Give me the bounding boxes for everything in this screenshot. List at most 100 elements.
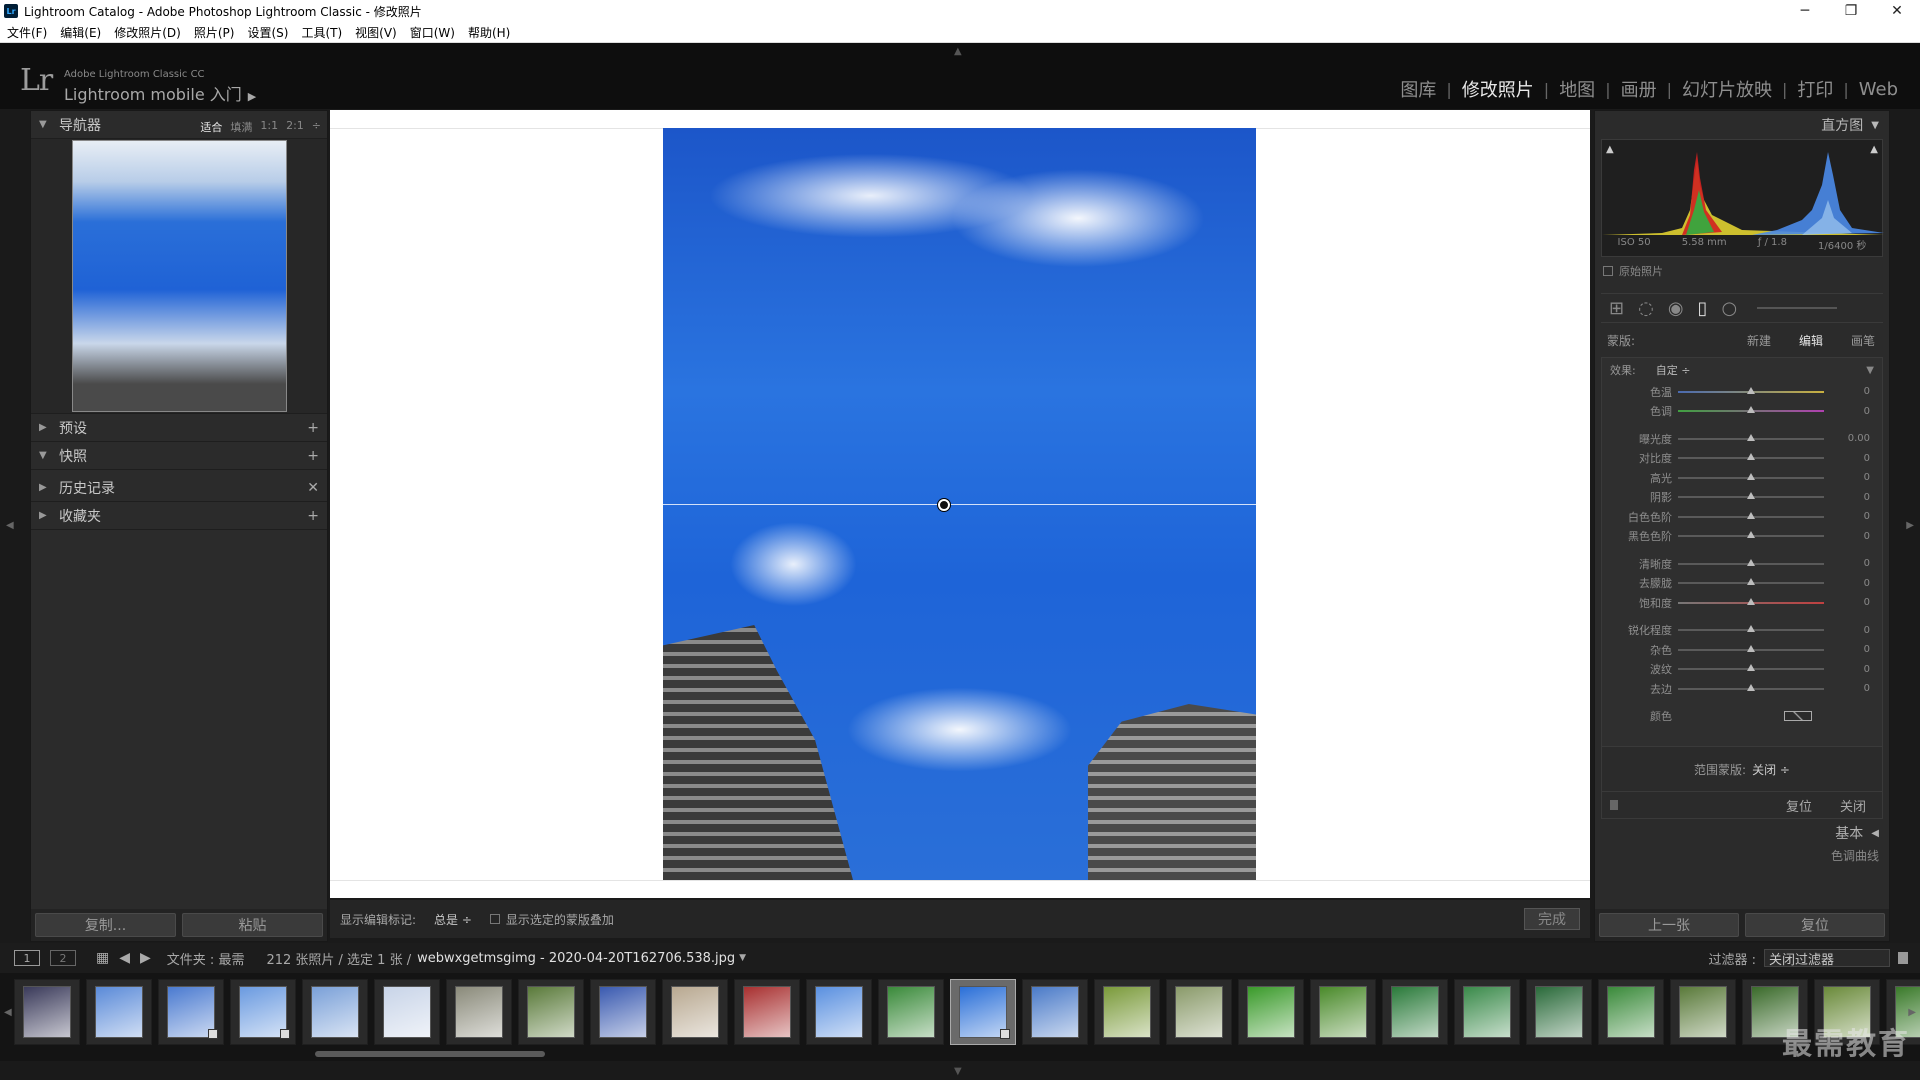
zoom-stepper-icon[interactable]: ÷ (312, 119, 321, 135)
slider-whites[interactable]: 白色色阶 0 (1602, 507, 1882, 527)
slider-track[interactable] (1678, 597, 1824, 605)
module-book[interactable]: 画册 (1611, 76, 1667, 102)
slider-track[interactable] (1678, 531, 1824, 539)
color-swatch[interactable] (1784, 711, 1812, 722)
menu-edit[interactable]: 编辑(E) (60, 24, 101, 41)
graduated-filter-tool-icon[interactable]: ▯ (1698, 298, 1708, 319)
slider-track[interactable] (1678, 386, 1824, 394)
module-library[interactable]: 图库 (1390, 76, 1446, 102)
slider-track[interactable] (1678, 472, 1824, 480)
lightroom-mobile-link[interactable]: Lightroom mobile 入门 ▶ (64, 81, 256, 105)
radial-filter-tool-icon[interactable]: ○ (1721, 298, 1737, 319)
slider-value[interactable]: 0 (1864, 453, 1870, 464)
image-canvas[interactable] (330, 110, 1590, 898)
slider-temp[interactable]: 色温 0 (1602, 382, 1882, 402)
filmstrip-thumbnail[interactable] (1526, 979, 1592, 1045)
history-header[interactable]: ▶ 历史记录 ✕ (31, 474, 327, 502)
slider-knob[interactable] (1747, 511, 1755, 519)
slider-value[interactable]: 0 (1864, 683, 1870, 694)
filmstrip-scroll-right-icon[interactable]: ▶ (1908, 1007, 1916, 1018)
collapse-effects-icon[interactable]: ▼ (1866, 365, 1874, 376)
filmstrip-thumbnail[interactable] (1454, 979, 1520, 1045)
menu-view[interactable]: 视图(V) (355, 24, 397, 41)
filmstrip-thumbnail[interactable] (158, 979, 224, 1045)
basic-panel-header[interactable]: 基本 ◀ (1595, 819, 1889, 847)
forward-arrow-icon[interactable]: ▶ (140, 950, 151, 966)
adjustment-brush-slider[interactable] (1757, 307, 1838, 309)
secondary-window-button[interactable]: 2 (50, 950, 76, 966)
filmstrip-thumbnail[interactable] (302, 979, 368, 1045)
module-slideshow[interactable]: 幻灯片放映 (1672, 76, 1782, 102)
slider-value[interactable]: 0.00 (1848, 433, 1870, 444)
mask-toggle-switch[interactable] (1610, 800, 1618, 810)
histogram[interactable]: ▲ ▲ ISO 50 5.58 mm ƒ / 1.8 1/6400 秒 (1601, 139, 1884, 257)
filmstrip-thumbnail[interactable] (86, 979, 152, 1045)
slider-clarity[interactable]: 清晰度 0 (1602, 554, 1882, 574)
module-print[interactable]: 打印 (1787, 76, 1843, 102)
slider-value[interactable]: 0 (1864, 558, 1870, 569)
reset-button[interactable]: 复位 (1745, 913, 1885, 937)
filmstrip-thumbnail[interactable] (1310, 979, 1376, 1045)
filmstrip-source[interactable]: 文件夹 : 最需 (167, 949, 245, 968)
collapse-bottom-panel-icon[interactable]: ▼ (954, 1066, 962, 1077)
slider-saturation[interactable]: 饱和度 0 (1602, 593, 1882, 613)
done-button[interactable]: 完成 (1524, 908, 1580, 930)
slider-dehaze[interactable]: 去朦胧 0 (1602, 574, 1882, 594)
module-develop[interactable]: 修改照片 (1452, 76, 1544, 102)
paste-settings-button[interactable]: 粘贴 (182, 913, 323, 937)
mask-overlay-checkbox[interactable] (489, 914, 500, 924)
slider-knob[interactable] (1747, 664, 1755, 672)
slider-value[interactable]: 0 (1864, 472, 1870, 483)
navigator-header[interactable]: ▼ 导航器 适合 填满 1:1 2:1 ÷ (31, 111, 327, 139)
collapse-top-panel-icon[interactable]: ▲ (954, 46, 962, 57)
slider-knob[interactable] (1747, 578, 1755, 586)
slider-value[interactable]: 0 (1864, 625, 1870, 636)
slider-knob[interactable] (1747, 558, 1755, 566)
slider-noise[interactable]: 杂色 0 (1602, 640, 1882, 660)
slider-track[interactable] (1678, 683, 1824, 691)
add-preset-icon[interactable]: + (307, 420, 319, 436)
slider-value[interactable]: 0 (1864, 492, 1870, 503)
filmstrip-filename[interactable]: webwxgetmsgimg - 2020-04-20T162706.538.j… (417, 951, 735, 966)
mask-close-button[interactable]: 关闭 (1840, 796, 1866, 815)
mask-reset-button[interactable]: 复位 (1786, 796, 1812, 815)
graduated-filter-pin[interactable] (938, 499, 950, 511)
slider-moire[interactable]: 波纹 0 (1602, 660, 1882, 680)
mask-new[interactable]: 新建 (1747, 332, 1771, 349)
filmstrip-thumbnail[interactable] (806, 979, 872, 1045)
grid-view-icon[interactable]: ▦ (96, 950, 109, 966)
minimize-icon[interactable]: ─ (1782, 0, 1828, 22)
menu-file[interactable]: 文件(F) (7, 24, 47, 41)
slider-knob[interactable] (1747, 386, 1755, 394)
snapshots-header[interactable]: ▼ 快照 + (31, 442, 327, 470)
mask-brush[interactable]: 画笔 (1851, 332, 1875, 349)
menu-help[interactable]: 帮助(H) (468, 24, 510, 41)
filmstrip-thumbnail[interactable] (1022, 979, 1088, 1045)
slider-knob[interactable] (1747, 492, 1755, 500)
slider-track[interactable] (1678, 644, 1824, 652)
filmstrip-thumbnail[interactable] (14, 979, 80, 1045)
main-window-button[interactable]: 1 (14, 950, 40, 966)
lock-icon[interactable] (1898, 952, 1908, 964)
collections-header[interactable]: ▶ 收藏夹 + (31, 502, 327, 530)
slider-knob[interactable] (1747, 644, 1755, 652)
shadow-clipping-icon[interactable]: ▲ (1606, 144, 1614, 155)
module-web[interactable]: Web (1849, 79, 1908, 100)
maximize-icon[interactable]: ❐ (1828, 0, 1874, 22)
filmstrip-thumbnail[interactable] (518, 979, 584, 1045)
add-collection-icon[interactable]: + (307, 508, 319, 524)
filmstrip-thumbnail[interactable] (590, 979, 656, 1045)
zoom-fill[interactable]: 填满 (230, 119, 252, 135)
slider-exposure[interactable]: 曝光度 0.00 (1602, 429, 1882, 449)
slider-track[interactable] (1678, 558, 1824, 566)
slider-knob[interactable] (1747, 453, 1755, 461)
filmstrip-thumbnail[interactable] (734, 979, 800, 1045)
filter-select[interactable]: 关闭过滤器 (1764, 949, 1890, 968)
slider-track[interactable] (1678, 664, 1824, 672)
graduated-filter-center-line[interactable] (330, 504, 1590, 505)
slider-blacks[interactable]: 黑色色阶 0 (1602, 527, 1882, 547)
slider-defringe[interactable]: 去边 0 (1602, 679, 1882, 699)
copy-settings-button[interactable]: 复制... (35, 913, 176, 937)
filmstrip-thumbnail[interactable] (1094, 979, 1160, 1045)
filmstrip-thumbnail[interactable] (374, 979, 440, 1045)
